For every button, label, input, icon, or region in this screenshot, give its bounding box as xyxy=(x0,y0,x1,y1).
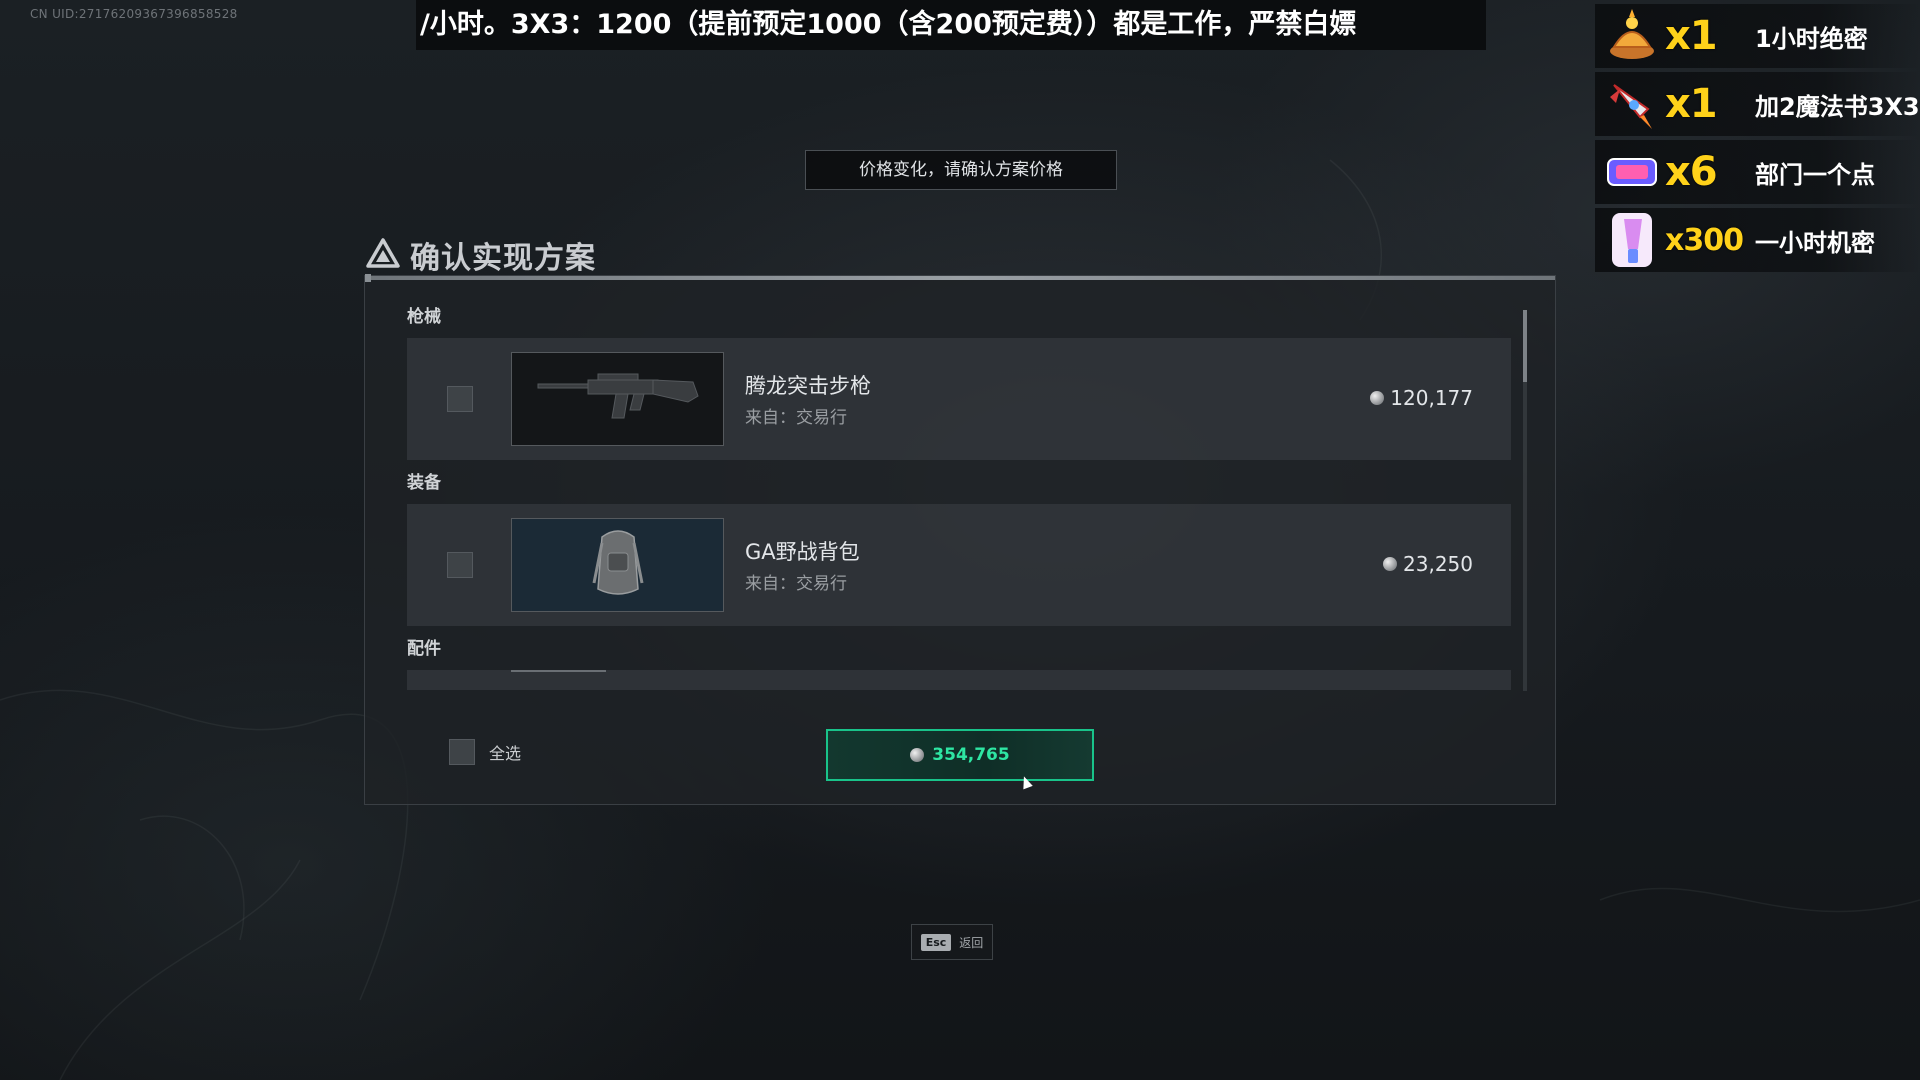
gift-menu-overlay: x1 1小时绝密 x1 加2魔法书3X3 x6 部门一个点 x300 一小时机密 xyxy=(1595,4,1920,276)
item-checkbox[interactable] xyxy=(447,552,473,578)
item-thumbnail xyxy=(511,352,724,446)
gift-item: x6 部门一个点 xyxy=(1595,140,1920,204)
rocket-gift-icon xyxy=(1603,75,1661,133)
gift-count: x6 xyxy=(1665,149,1718,195)
scrollbar-thumb[interactable] xyxy=(1523,310,1527,382)
warning-triangle-icon xyxy=(366,238,400,272)
gift-label: 一小时机密 xyxy=(1755,228,1875,257)
item-name: GA野战背包 xyxy=(745,540,860,564)
select-all-checkbox[interactable] xyxy=(449,739,475,765)
item-price-value: 23,250 xyxy=(1403,552,1473,576)
esc-key-icon: Esc xyxy=(920,933,952,951)
lamp-gift-icon xyxy=(1603,7,1661,65)
backpack-icon xyxy=(588,523,648,607)
select-all[interactable]: 全选 xyxy=(449,739,521,765)
select-all-label: 全选 xyxy=(489,744,522,763)
item-checkbox[interactable] xyxy=(447,386,473,412)
list-scrollbar[interactable] xyxy=(1523,310,1527,691)
gift-label: 加2魔法书3X3 xyxy=(1755,92,1920,121)
gift-count: x300 xyxy=(1665,222,1744,258)
assault-rifle-icon xyxy=(528,362,708,436)
back-label: 返回 xyxy=(959,935,984,950)
item-list[interactable]: 枪械 腾龙突击步枪 来自：交易行 120,177 装备 GA野战背包 来自：交易… xyxy=(407,298,1519,691)
list-item[interactable]: GA野战背包 来自：交易行 23,250 xyxy=(407,504,1511,626)
dialog-title: 确认实现方案 xyxy=(410,241,596,276)
gift-label: 部门一个点 xyxy=(1755,160,1875,189)
item-source: 来自：交易行 xyxy=(745,574,847,594)
badge-gift-icon xyxy=(1603,143,1661,201)
gift-item: x1 1小时绝密 xyxy=(1595,4,1920,68)
price-change-notice: 价格变化，请确认方案价格 xyxy=(805,150,1117,190)
coin-icon xyxy=(1383,557,1398,571)
coin-icon xyxy=(910,748,925,762)
item-price: 23,250 xyxy=(1383,552,1473,576)
coin-icon xyxy=(1370,391,1385,405)
gift-count: x1 xyxy=(1665,81,1718,127)
list-item[interactable]: 腾龙突击步枪 来自：交易行 120,177 xyxy=(407,338,1511,460)
item-source: 来自：交易行 xyxy=(745,408,847,428)
gift-count: x1 xyxy=(1665,13,1718,59)
gift-label: 1小时绝密 xyxy=(1755,24,1868,53)
back-button[interactable]: Esc 返回 xyxy=(911,924,993,960)
item-price: 120,177 xyxy=(1370,386,1473,410)
category-label-weapons: 枪械 xyxy=(407,307,441,327)
item-name: 腾龙突击步枪 xyxy=(745,374,871,398)
player-uid: CN UID:27176209367396858528 xyxy=(30,7,238,21)
category-label-equipment: 装备 xyxy=(407,473,441,493)
stream-ticker: /小时。3X3：1200（提前预定1000（含200预定费））都是工作，严禁白嫖 xyxy=(416,0,1486,50)
confirm-plan-panel: 枪械 腾龙突击步枪 来自：交易行 120,177 装备 GA野战背包 来自：交易… xyxy=(364,274,1556,805)
panel-top-divider xyxy=(365,274,1555,282)
total-price: 354,765 xyxy=(932,745,1010,765)
lightstick-gift-icon xyxy=(1603,211,1661,269)
dialog-header: 确认实现方案 xyxy=(366,233,596,277)
list-item[interactable] xyxy=(407,670,1511,690)
item-thumbnail xyxy=(511,518,724,612)
category-label-attachments: 配件 xyxy=(407,639,441,659)
confirm-purchase-button[interactable]: 354,765 xyxy=(826,729,1094,781)
gift-item: x300 一小时机密 xyxy=(1595,208,1920,272)
item-price-value: 120,177 xyxy=(1390,386,1473,410)
gift-item: x1 加2魔法书3X3 xyxy=(1595,72,1920,136)
